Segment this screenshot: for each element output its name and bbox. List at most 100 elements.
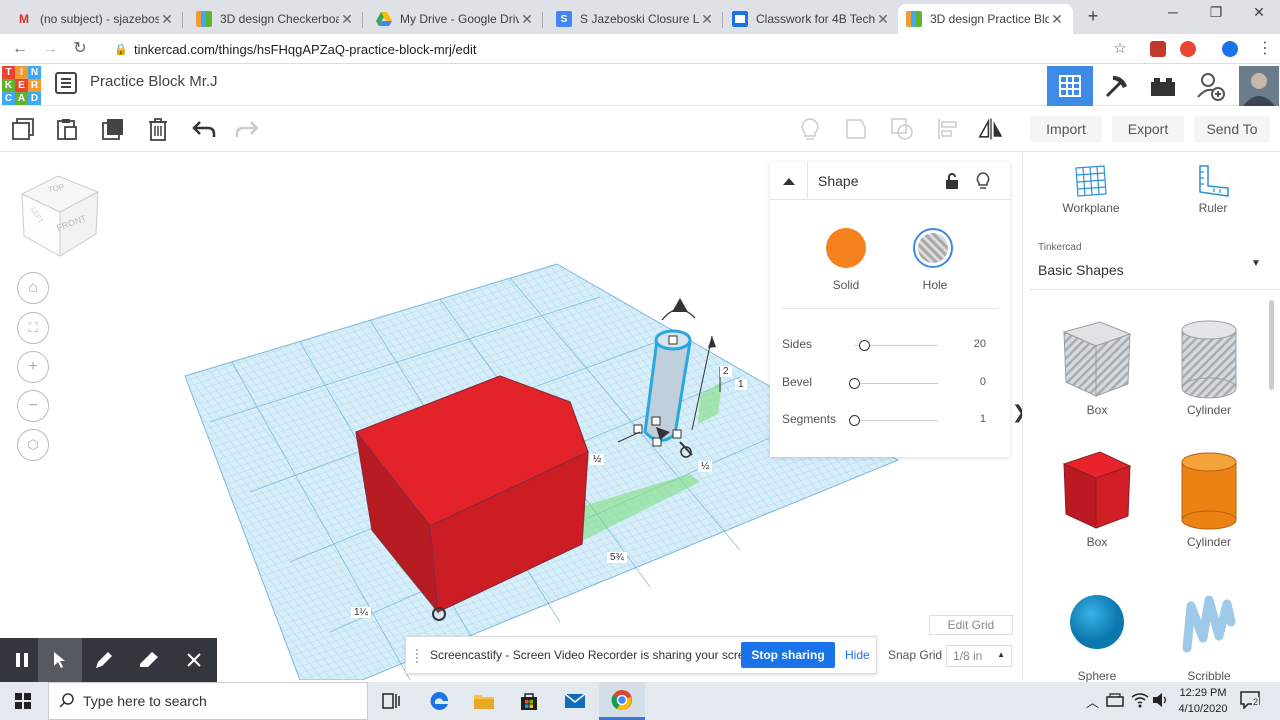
close-tab-icon[interactable]: ✕ [699,11,715,28]
design-title[interactable]: Practice Block Mr.J [90,73,218,90]
menu-kebab-icon[interactable]: ⋮ [1255,39,1275,59]
cylinder-hole-shape[interactable]: Cylinder [1159,320,1259,417]
browser-tab[interactable]: 3D design Checkerboar ✕ [188,4,363,34]
drag-handle[interactable] [416,649,422,663]
box-hole-shape[interactable]: Box [1047,320,1147,417]
dimension-label[interactable]: ½ [590,454,605,465]
shape-category-select[interactable]: Tinkercad Basic Shapes ▼ [1029,236,1280,290]
snap-grid-select[interactable]: 1/8 in ▲ [946,645,1012,667]
back-icon[interactable]: ← [10,39,30,59]
mirror-button[interactable] [978,116,1004,142]
send-to-button[interactable]: Send To [1194,116,1270,142]
close-toolbar-button[interactable] [172,638,216,682]
stop-sharing-button[interactable]: Stop sharing [741,642,835,668]
export-button[interactable]: Export [1112,116,1184,142]
fit-view-button[interactable]: ⛶ [17,312,49,344]
mail-app[interactable] [552,682,598,720]
perspective-button[interactable]: ⬡ [17,429,49,461]
notes-button[interactable] [797,116,823,142]
reload-icon[interactable]: ↻ [70,39,90,59]
dimension-label[interactable]: 1 [735,379,747,390]
close-tab-icon[interactable]: ✕ [339,11,355,28]
zoom-out-button[interactable]: − [17,390,49,422]
duplicate-button[interactable] [100,116,126,142]
group-button[interactable] [843,116,869,142]
collapse-panel-button[interactable] [770,161,808,200]
lightbulb-icon[interactable] [976,172,990,193]
pen-tool-button[interactable] [82,638,126,682]
dimension-label[interactable]: 1¼ [351,607,371,618]
hole-swatch[interactable] [913,228,953,268]
workplane-tool[interactable]: Workplane [1051,164,1131,215]
edge-app[interactable] [416,682,462,720]
browser-tab[interactable]: My Drive - Google Drive ✕ [368,4,543,34]
chrome-app[interactable] [599,682,645,720]
address-bar[interactable]: 🔒 tinkercad.com/things/hsFHqgAPZaQ-pract… [104,37,1144,61]
system-clock[interactable]: 12:29 PM 4/10/2020 [1168,685,1238,717]
browser-tab-active[interactable]: 3D design Practice Bloc ✕ [898,4,1073,34]
paste-button[interactable] [54,116,80,142]
undo-button[interactable] [191,116,217,142]
home-view-button[interactable]: ⌂ [17,272,49,304]
design-list-icon[interactable] [55,72,77,94]
edit-grid-button[interactable]: Edit Grid [929,615,1013,635]
taskbar-search-input[interactable]: Type here to search [48,682,368,720]
notification-center-button[interactable]: 2 [1240,691,1262,711]
show-hidden-icons[interactable]: ︿ [1086,692,1099,711]
cylinder-shape[interactable]: Cylinder [1159,450,1259,549]
close-window-icon[interactable]: ✕ [1236,4,1280,21]
bookmark-star-icon[interactable]: ☆ [1110,39,1130,59]
align-button[interactable] [935,116,961,142]
cursor-tool-button[interactable] [38,638,82,682]
chevron-right-icon[interactable]: ❯ [1012,402,1022,432]
bricks-button[interactable] [1140,66,1186,106]
browser-tab[interactable]: Classwork for 4B Techn ✕ [724,4,899,34]
copy-button[interactable] [10,116,36,142]
lock-icon[interactable] [945,173,959,192]
browser-tab[interactable]: S S Jazeboski Closure Log ✕ [548,4,723,34]
view-cube[interactable]: TOP LEFT FRONT [20,174,100,261]
close-tab-icon[interactable]: ✕ [159,11,175,28]
minimize-icon[interactable]: ─ [1150,4,1196,20]
screencastify-extension-icon[interactable] [1180,41,1196,57]
new-tab-icon[interactable]: + [1083,6,1103,27]
workplane-viewport[interactable]: TOP LEFT FRONT ⌂ ⛶ + − ⬡ 2 1 ½ ½ 5¾ 1¼ S… [0,152,1022,680]
forward-icon[interactable]: → [40,39,60,59]
sides-slider[interactable]: Sides 20 [782,335,998,355]
close-tab-icon[interactable]: ✕ [875,11,891,28]
task-view-button[interactable] [368,682,414,720]
delete-button[interactable] [145,116,171,142]
wifi-icon[interactable] [1131,692,1149,711]
box-shape[interactable]: Box [1047,450,1147,549]
user-avatar[interactable] [1236,66,1280,106]
network-icon[interactable] [1106,692,1124,711]
pdf-extension-icon[interactable] [1150,41,1166,57]
library-scrollbar[interactable] [1269,300,1274,390]
browser-tab[interactable]: M (no subject) - sjazebosk ✕ [8,4,183,34]
profile-avatar-icon[interactable] [1222,41,1238,57]
highlighter-tool-button[interactable] [127,638,171,682]
dimension-label[interactable]: ½ [698,461,713,472]
add-user-button[interactable] [1188,66,1234,106]
tinkercad-logo[interactable]: T I N K E R C A D [2,66,42,106]
close-tab-icon[interactable]: ✕ [519,11,535,28]
ruler-tool[interactable]: Ruler [1173,164,1253,215]
scribble-shape[interactable]: Scribble [1159,592,1259,683]
codeblocks-button[interactable] [1094,66,1140,106]
sphere-shape[interactable]: Sphere [1047,592,1147,683]
dimension-label[interactable]: 5¾ [607,552,627,563]
store-app[interactable] [506,682,552,720]
3d-view-button[interactable] [1047,66,1093,106]
solid-color-swatch[interactable] [826,228,866,268]
import-button[interactable]: Import [1030,116,1102,142]
hide-link[interactable]: Hide [845,648,870,662]
segments-slider[interactable]: Segments 1 [782,410,998,430]
bevel-slider[interactable]: Bevel 0 [782,373,998,393]
ungroup-button[interactable] [889,116,915,142]
start-button[interactable] [0,682,46,720]
redo-button[interactable] [234,116,260,142]
file-explorer-app[interactable] [461,682,507,720]
maximize-icon[interactable]: ❐ [1193,4,1239,21]
close-tab-icon[interactable]: ✕ [1049,11,1065,28]
dimension-label[interactable]: 2 [720,366,732,377]
